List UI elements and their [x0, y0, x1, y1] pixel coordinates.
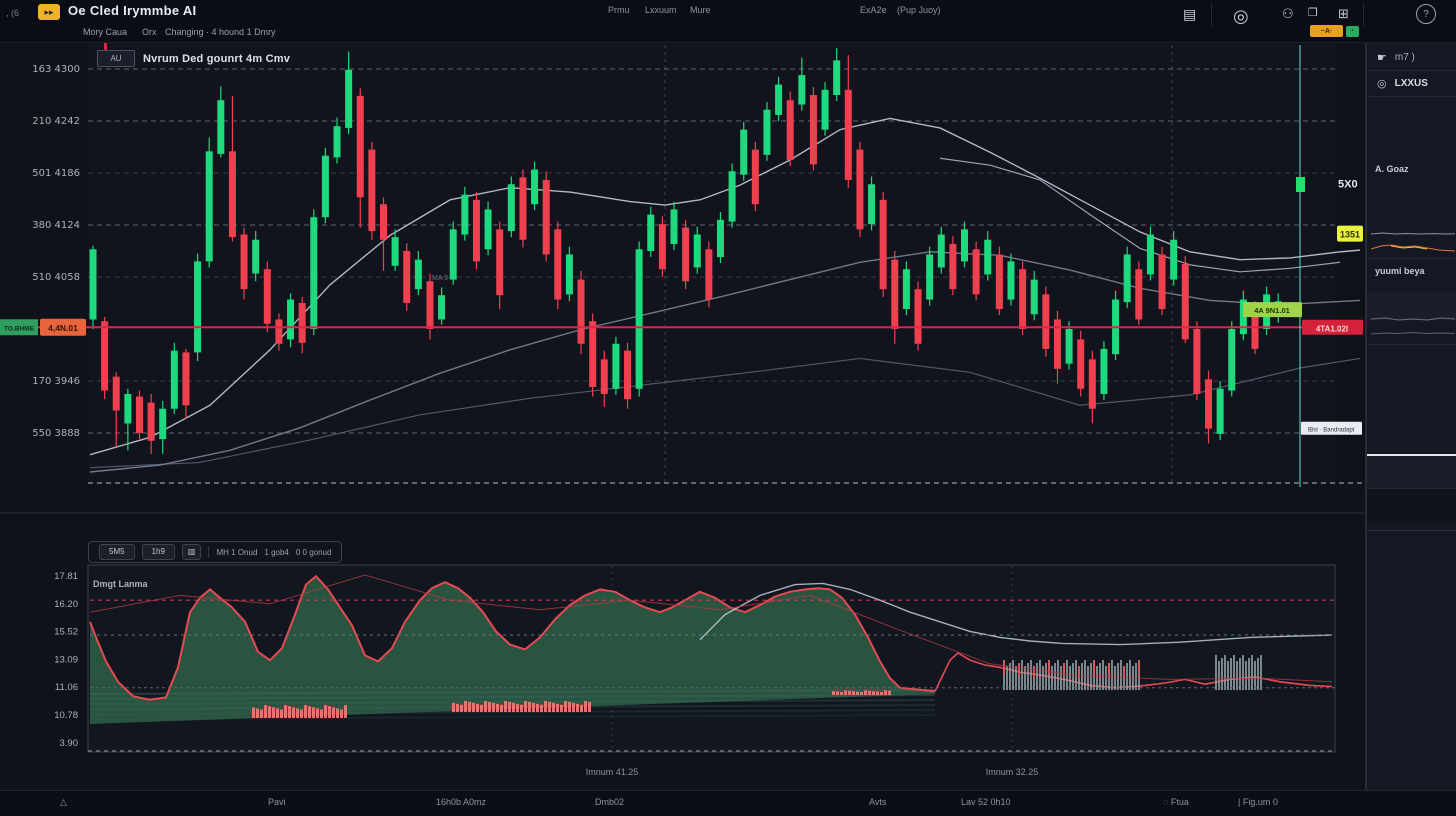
price-axis-label: 510 4058 — [32, 272, 80, 283]
cursor-icon[interactable]: ☛ — [1377, 51, 1387, 64]
header-bar: , (6 ▸▸ Oe Cled Irymmbe AI ? ~A· ▪ Prmu L… — [0, 0, 1456, 43]
divider — [1367, 70, 1456, 71]
ma-annotation: MA 9 — [432, 275, 448, 282]
svg-text:IBst · Bandradapt: IBst · Bandradapt — [1308, 427, 1355, 433]
indicator-setting[interactable]: 1 gob4 — [264, 548, 288, 557]
svg-text:1351: 1351 — [1340, 230, 1360, 240]
menu-item-prmu[interactable]: Prmu — [608, 5, 630, 15]
sparkline-flat — [1371, 228, 1455, 240]
toolbar-item[interactable]: Mory Caua — [83, 27, 127, 37]
indicator-toolbar: 5M5 1h9 ▥ MH 1 Onud 1 gob4 0 0 gonud — [88, 541, 342, 563]
interval-chip-5M5[interactable]: 5M5 — [99, 544, 135, 560]
header-divider — [1363, 4, 1364, 26]
status-pill-button[interactable]: ▪ — [1346, 26, 1359, 37]
sparkline-grey — [1371, 314, 1455, 324]
user-icon[interactable]: ⚇ — [1282, 6, 1294, 22]
svg-text:TO.BHME: TO.BHME — [4, 325, 35, 332]
toolbar-item[interactable]: Changing · 4 hound 1 Dmry — [165, 27, 276, 37]
price-axis-label: 550 3888 — [32, 428, 80, 439]
sidebar-panel — [1367, 456, 1456, 488]
target-icon[interactable]: ◎ — [1233, 6, 1249, 27]
sparkline-grey — [1371, 328, 1455, 338]
divider — [1367, 344, 1456, 345]
panel-icon[interactable]: ▤ — [1183, 6, 1196, 23]
current-bar-tag — [1296, 177, 1305, 192]
sidebar-section-title: A. Goaz — [1375, 164, 1409, 174]
sidebar-watchlist-label: LXXUS — [1395, 78, 1428, 89]
expand-triangle[interactable]: △ — [60, 797, 67, 808]
indicator-axis-label: 15.52 — [54, 627, 78, 638]
menu-item-mure[interactable]: Mure — [690, 5, 711, 15]
sidebar-panel — [1367, 489, 1456, 523]
main-chart-canvas[interactable]: 163 4300 210 4242 501 4186 380 4124 510 4058… — [0, 0, 1365, 816]
indicator-setting[interactable]: 0 0 gonud — [296, 548, 332, 557]
menu-item-exa2e[interactable]: ExA2e — [860, 5, 887, 15]
trading-app-window: , (6 ▸▸ Oe Cled Irymmbe AI ? ~A· ▪ Prmu L… — [0, 0, 1456, 816]
footer-figum[interactable]: | Fig.um 0 — [1238, 797, 1278, 807]
app-title: Oe Cled Irymmbe AI — [68, 3, 196, 18]
footer-ftua[interactable]: ◌ Ftua — [1163, 797, 1189, 807]
sidebar-row-watchlist[interactable]: ◎ LXXUS — [1367, 72, 1456, 94]
indicator-axis-label: 16.20 — [54, 599, 78, 610]
svg-text:4A 9N1.01: 4A 9N1.01 — [1254, 306, 1290, 315]
sidebar-section-title: yuumi beya — [1375, 266, 1425, 276]
chart-legend-title: Nvrum Ded gounrt 4m Cmv — [143, 53, 290, 65]
indicator-setting[interactable]: MH 1 Onud — [216, 548, 257, 557]
price-axis-label: 210 4242 — [32, 116, 80, 127]
calendar-icon[interactable]: ⊞ — [1338, 6, 1349, 22]
divider — [1367, 258, 1456, 259]
time-axis-label: Imnum 32.25 — [986, 767, 1039, 777]
interval-chip-1h9[interactable]: 1h9 — [142, 544, 175, 560]
indicator-axis-label: 13.09 — [54, 654, 78, 665]
price-axis-label: 380 4124 — [32, 220, 80, 231]
indicator-axis-label: 11.06 — [55, 682, 78, 693]
footer-bar: △ Pavi 16h0b A0mz Dmb02 Avts Lav 52 0h10 ◌ Ftu… — [0, 790, 1456, 816]
toolbar-item[interactable]: Orx — [142, 27, 157, 37]
chart-legend: AU Nvrum Ded gounrt 4m Cmv — [97, 50, 290, 67]
time-axis-label: Imnum 41.25 — [586, 767, 639, 777]
symbol-chip[interactable]: AU — [97, 50, 135, 67]
menu-item-(pup juoy)[interactable]: (Pup Juoy) — [897, 5, 941, 15]
svg-text:4,4N.01: 4,4N.01 — [48, 323, 78, 333]
help-icon[interactable]: ? — [1416, 4, 1436, 24]
axis-price-text: 5X0 — [1338, 178, 1358, 190]
divider — [208, 546, 209, 558]
sparkline-hot — [1371, 242, 1455, 254]
cards-icon[interactable]: ❐ — [1308, 6, 1318, 19]
indicator-axis-label: 17.81 — [54, 571, 78, 582]
footer-lav[interactable]: Lav 52 0h10 — [961, 797, 1011, 807]
layout-icon[interactable]: ▥ — [182, 544, 202, 560]
footer-avts[interactable]: Avts — [869, 797, 886, 807]
divider — [1367, 96, 1456, 97]
indicator-title: Dmgt Lanma — [93, 579, 149, 589]
target-small-icon[interactable]: ◎ — [1377, 77, 1387, 90]
menu-item-lxxuum[interactable]: Lxxuum — [645, 5, 677, 15]
footer-time[interactable]: 16h0b A0mz — [436, 797, 486, 807]
footer-pavi[interactable]: Pavi — [268, 797, 286, 807]
price-axis-label: 170 3946 — [32, 376, 80, 387]
divider — [1367, 530, 1456, 531]
premium-pill-button[interactable]: ~A· — [1310, 25, 1343, 37]
indicator-axis-label: 10.78 — [54, 710, 78, 721]
indicator-axis-label: 3.90 — [60, 738, 79, 749]
right-sidebar: ☛ m7 ) ◎ LXXUS A. Goaz yuumi beya — [1365, 42, 1456, 790]
header-divider — [1211, 4, 1212, 26]
window-glyphs: , (6 — [6, 8, 19, 18]
price-axis-label: 163 4300 — [32, 64, 80, 75]
price-axis-label: 501 4186 — [32, 168, 80, 179]
app-logo-icon[interactable]: ▸▸ — [38, 4, 60, 20]
sidebar-row1-label: m7 ) — [1395, 52, 1415, 63]
footer-dmb[interactable]: Dmb02 — [595, 797, 624, 807]
svg-text:4TA1.02I: 4TA1.02I — [1316, 324, 1348, 333]
sidebar-row-tools[interactable]: ☛ m7 ) — [1367, 46, 1456, 68]
